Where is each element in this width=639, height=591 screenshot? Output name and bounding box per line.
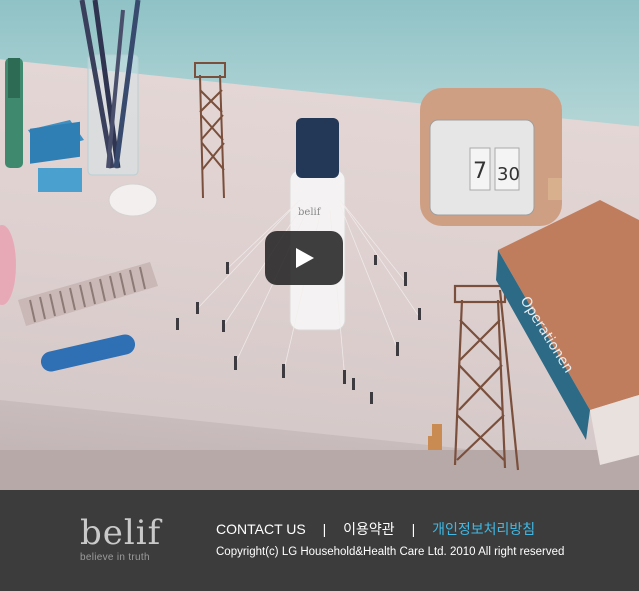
compact <box>108 183 158 217</box>
green-bottle <box>5 58 23 168</box>
pencil-cup <box>79 0 141 176</box>
comb <box>18 262 158 326</box>
pink-dish <box>0 225 16 305</box>
brand-logo[interactable]: belif believe in truth <box>80 513 162 563</box>
blue-boxes <box>28 120 84 192</box>
footer: belif believe in truth CONTACT US | 이용약관… <box>0 490 639 591</box>
page: belif 7 30 Operationen belif believe in … <box>0 0 639 591</box>
copyright-text: Copyright(c) LG Household&Health Care Lt… <box>216 546 565 558</box>
contact-us-link[interactable]: CONTACT US <box>216 521 306 537</box>
video-player[interactable]: belif 7 30 Operationen <box>0 0 639 490</box>
link-separator: | <box>322 521 327 537</box>
flip-clock: 7 30 <box>420 88 562 226</box>
tiny-crates <box>428 424 442 450</box>
logo-tagline: believe in truth <box>80 552 150 563</box>
svg-text:belif: belif <box>298 207 322 218</box>
wooden-tower-right <box>453 284 520 471</box>
terms-link[interactable]: 이용약관 <box>343 521 395 537</box>
svg-text:7: 7 <box>473 159 487 184</box>
svg-text:30: 30 <box>497 164 520 185</box>
play-button[interactable] <box>265 231 343 285</box>
footer-links: CONTACT US | 이용약관 | 개인정보처리방침 <box>216 519 535 539</box>
play-icon <box>296 248 314 268</box>
book: Operationen <box>496 200 639 465</box>
nail-file <box>40 334 136 372</box>
privacy-policy-link[interactable]: 개인정보처리방침 <box>432 521 535 537</box>
wooden-tower-left <box>194 62 226 199</box>
logo-wordmark: belif <box>80 513 162 553</box>
link-separator: | <box>411 521 416 537</box>
